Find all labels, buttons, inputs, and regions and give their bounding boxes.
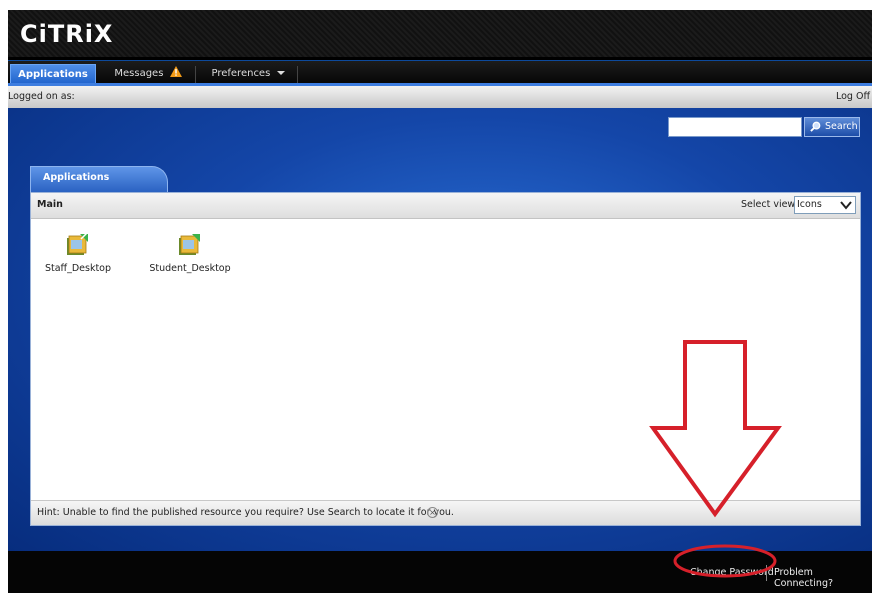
search-button[interactable]: Search (804, 117, 860, 137)
search-icon (810, 121, 821, 132)
app-staff-desktop[interactable]: Staff_Desktop (33, 233, 123, 283)
problem-connecting-link[interactable]: Problem Connecting? (774, 567, 872, 589)
applications-tab[interactable]: Applications (30, 166, 168, 192)
main-content: Search Applications Main Select view: Ic… (8, 108, 872, 551)
desktop-app-icon (179, 234, 200, 255)
citrix-web-interface: CiTRiX Applications Messages Preferences (8, 10, 872, 593)
search-button-label: Search (825, 121, 858, 132)
header-bar: CiTRiX (8, 10, 872, 57)
warning-icon (169, 66, 182, 77)
footer-divider (766, 565, 767, 581)
logo-text: CiTRiX (20, 20, 114, 48)
app-student-desktop[interactable]: Student_Desktop (145, 233, 235, 283)
hint-text: Hint: Unable to find the published resou… (37, 507, 454, 518)
log-off-link[interactable]: Log Off (836, 86, 870, 108)
nav-divider (297, 66, 298, 84)
panel-title: Main (37, 199, 63, 210)
logged-on-label: Logged on as: (8, 91, 75, 102)
main-nav: Applications Messages Preferences (8, 60, 872, 86)
select-view-dropdown[interactable]: Icons (794, 196, 856, 214)
citrix-logo: CiTRiX (20, 20, 113, 48)
search-input[interactable] (668, 117, 802, 137)
chevron-down-icon (276, 71, 285, 75)
tab-messages-label: Messages (114, 68, 164, 79)
hint-bar: Hint: Unable to find the published resou… (31, 500, 860, 525)
tab-applications-label: Applications (18, 69, 88, 80)
select-view-label: Select view: (741, 199, 798, 210)
tab-preferences-label: Preferences (211, 68, 271, 79)
app-label: Staff_Desktop (44, 263, 112, 274)
status-bar: Logged on as: Log Off (8, 86, 872, 108)
close-icon[interactable]: × (427, 507, 438, 518)
change-password-link[interactable]: Change Password (690, 567, 774, 578)
select-view-value: Icons (797, 199, 822, 210)
screenshot-frame: CiTRiX Applications Messages Preferences (0, 0, 872, 593)
footer-bar: Change Password Problem Connecting? (8, 551, 872, 593)
panel-header: Main Select view: Icons (31, 193, 860, 219)
applications-tab-label: Applications (43, 172, 110, 183)
chevron-down-icon (840, 201, 852, 210)
applications-panel: Main Select view: Icons Staff_Desktop St… (30, 192, 861, 526)
desktop-app-icon (67, 233, 88, 255)
nav-divider (195, 66, 196, 84)
app-label: Student_Desktop (149, 263, 231, 274)
